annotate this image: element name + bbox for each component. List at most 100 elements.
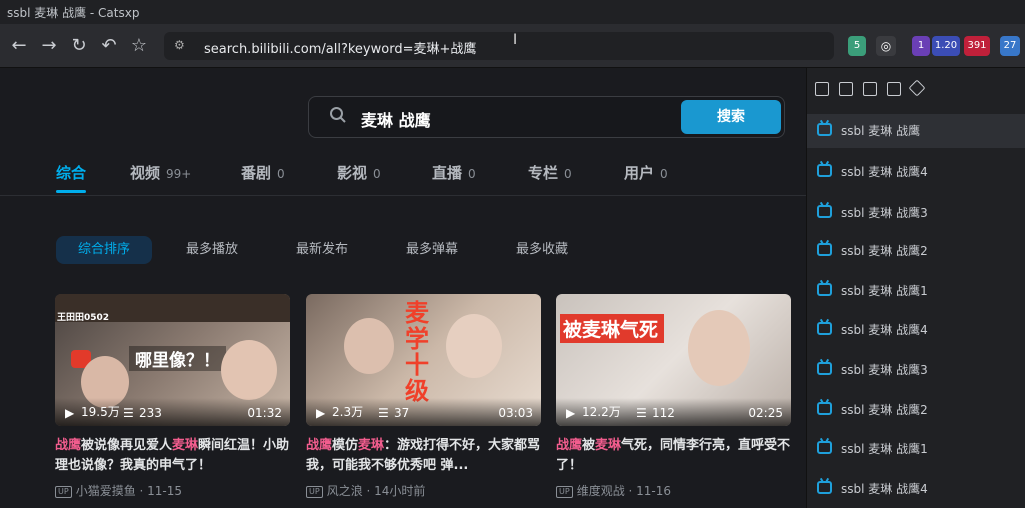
danmaku-count: 112	[652, 406, 675, 420]
video-thumbnail[interactable]: 王田田0502 哪里像？！ ▶ 19.5万 ☰ 233 01:32	[55, 294, 290, 426]
person-face	[344, 318, 394, 374]
sort-default[interactable]: 综合排序	[56, 236, 153, 264]
tab-user[interactable]: 用户 0	[624, 162, 668, 183]
sidebar-item[interactable]: ssbl 麦琳 战鹰1	[807, 432, 1025, 466]
extension-icon-glasses[interactable]: ◎	[876, 36, 896, 56]
sidebar-item[interactable]: ssbl 麦琳 战鹰4	[807, 472, 1025, 506]
split-view-icon[interactable]	[839, 82, 853, 96]
author-name[interactable]: 风之浪	[327, 484, 363, 498]
duration: 01:32	[247, 406, 282, 420]
tab-live[interactable]: 直播 0	[432, 162, 476, 183]
bilibili-tv-icon	[817, 322, 832, 335]
up-badge-icon: UP	[306, 486, 323, 498]
video-title[interactable]: 战鹰被说像再见爱人麦琳瞬间红温！小助理也说像？我真的申气了！	[55, 436, 290, 476]
danmaku-count: 233	[139, 406, 162, 420]
sidebar-item[interactable]: ssbl 麦琳 战鹰1	[807, 274, 1025, 308]
video-card[interactable]: 被麦琳气死 ▶ 12.2万 ☰ 112 02:25 战鹰被麦琳气死，同情李行亮，…	[556, 294, 791, 499]
video-thumbnail[interactable]: 被麦琳气死 ▶ 12.2万 ☰ 112 02:25	[556, 294, 791, 426]
forward-icon[interactable]: →	[38, 36, 60, 56]
video-meta: UP 小猫爱摸鱼 · 11-15	[55, 482, 290, 499]
sidebar-toolbar	[815, 79, 1015, 100]
bilibili-tv-icon	[817, 402, 832, 415]
video-thumbnail[interactable]: 麦学十级 ▶ 2.3万 ☰ 37 03:03	[306, 294, 541, 426]
sort-most-favorites[interactable]: 最多收藏	[516, 236, 568, 264]
duration: 02:25	[748, 406, 783, 420]
video-meta: UP 风之浪 · 14小时前	[306, 482, 541, 499]
site-info-icon[interactable]: ⚙	[174, 38, 185, 52]
video-stats: ▶ 2.3万 ☰ 37 03:03	[306, 398, 541, 426]
view-count: 2.3万	[332, 405, 364, 419]
up-badge-icon: UP	[55, 486, 72, 498]
text-cursor-icon: I	[513, 32, 518, 48]
window-title: ssbl 麦琳 战鹰 - Catsxp	[7, 6, 140, 20]
tab-video[interactable]: 视频 99+	[130, 162, 191, 183]
bilibili-tv-icon	[817, 481, 832, 494]
sidebar-item[interactable]: ssbl 麦琳 战鹰2	[807, 393, 1025, 427]
reader-icon[interactable]	[863, 82, 877, 96]
play-icon: ▶	[316, 406, 326, 420]
layers-icon[interactable]	[908, 79, 926, 97]
author-name[interactable]: 维度观战	[577, 484, 625, 498]
video-stats: ▶ 12.2万 ☰ 112 02:25	[556, 398, 791, 426]
sort-most-danmaku[interactable]: 最多弹幕	[406, 236, 458, 264]
search-icon	[330, 107, 346, 123]
sidebar-item[interactable]: ssbl 麦琳 战鹰2	[807, 234, 1025, 268]
extension-badge-1[interactable]: 5	[848, 36, 866, 56]
extension-badge-5[interactable]: 27	[1000, 36, 1020, 56]
danmaku-icon: ☰	[636, 406, 647, 420]
bilibili-tv-icon	[817, 283, 832, 296]
sidebar-item[interactable]: ssbl 麦琳 战鹰4	[807, 155, 1025, 189]
sidebar-item[interactable]: ssbl 麦琳 战鹰3	[807, 353, 1025, 387]
play-icon: ▶	[65, 406, 75, 420]
author-name[interactable]: 小猫爱摸鱼	[76, 484, 136, 498]
thumbnail-caption: 麦学十级	[405, 299, 429, 405]
result-type-tabs: 综合 视频 99+ 番剧 0 影视 0 直播 0 专栏 0 用户 0	[0, 158, 806, 196]
tab-list-icon[interactable]	[815, 82, 829, 96]
search-input[interactable]: 麦琳 战鹰	[361, 107, 431, 131]
tab-bangumi[interactable]: 番剧 0	[241, 162, 285, 183]
view-count: 12.2万	[582, 405, 621, 419]
sidebar-item[interactable]: ssbl 麦琳 战鹰	[807, 114, 1025, 148]
tab-all[interactable]: 综合	[56, 162, 87, 193]
tab-article[interactable]: 专栏 0	[528, 162, 572, 183]
danmaku-icon: ☰	[123, 406, 134, 420]
video-title[interactable]: 战鹰模仿麦琳：游戏打得不好，大家都骂我，可能我不够优秀吧 弹...	[306, 436, 541, 476]
extension-badge-2[interactable]: 1	[912, 36, 930, 56]
sidebar-item[interactable]: ssbl 麦琳 战鹰4	[807, 313, 1025, 347]
reload-icon[interactable]: ↻	[68, 36, 90, 56]
up-badge-icon: UP	[556, 486, 573, 498]
search-button[interactable]: 搜索	[681, 100, 781, 134]
bilibili-tv-icon	[817, 205, 832, 218]
search-box[interactable]: 麦琳 战鹰 搜索	[308, 96, 785, 138]
title-bar: ssbl 麦琳 战鹰 - Catsxp	[0, 0, 1025, 24]
extension-badge-4[interactable]: 391	[964, 36, 990, 56]
bilibili-tv-icon	[817, 243, 832, 256]
thumbnail-caption: 被麦琳气死	[560, 314, 664, 343]
bilibili-tv-icon	[817, 441, 832, 454]
publish-date: 11-15	[147, 484, 183, 498]
video-card[interactable]: 麦学十级 ▶ 2.3万 ☰ 37 03:03 战鹰模仿麦琳：游戏打得不好，大家都…	[306, 294, 541, 499]
back-icon[interactable]: ←	[8, 36, 30, 56]
person-face	[221, 340, 277, 400]
sort-newest[interactable]: 最新发布	[296, 236, 348, 264]
bilibili-tv-icon	[817, 164, 832, 177]
thumbnail-overlay-text: 王田田0502	[57, 313, 110, 323]
tab-film[interactable]: 影视 0	[337, 162, 381, 183]
video-title[interactable]: 战鹰被麦琳气死，同情李行亮，直呼受不了！	[556, 436, 791, 476]
address-bar[interactable]: ⚙ search.bilibili.com/all?keyword=麦琳+战鹰	[164, 32, 834, 60]
undo-icon[interactable]: ↶	[98, 36, 120, 56]
extension-badge-3[interactable]: 1.20	[932, 36, 960, 56]
sidebar-item[interactable]: ssbl 麦琳 战鹰3	[807, 196, 1025, 230]
window-icon[interactable]	[887, 82, 901, 96]
sort-most-played[interactable]: 最多播放	[186, 236, 238, 264]
duration: 03:03	[498, 406, 533, 420]
publish-date: 11-16	[636, 484, 672, 498]
video-stats: ▶ 19.5万 ☰ 233 01:32	[55, 398, 290, 426]
video-meta: UP 维度观战 · 11-16	[556, 482, 791, 499]
history-sidebar: ssbl 麦琳 战鹰 ssbl 麦琳 战鹰4 ssbl 麦琳 战鹰3 ssbl …	[806, 68, 1025, 508]
thumbnail-caption: 哪里像？！	[129, 346, 226, 371]
url-text[interactable]: search.bilibili.com/all?keyword=麦琳+战鹰	[204, 38, 476, 57]
bilibili-tv-icon	[817, 123, 832, 136]
video-card[interactable]: 王田田0502 哪里像？！ ▶ 19.5万 ☰ 233 01:32 战鹰被说像再…	[55, 294, 290, 499]
bookmark-star-icon[interactable]: ☆	[128, 36, 150, 56]
